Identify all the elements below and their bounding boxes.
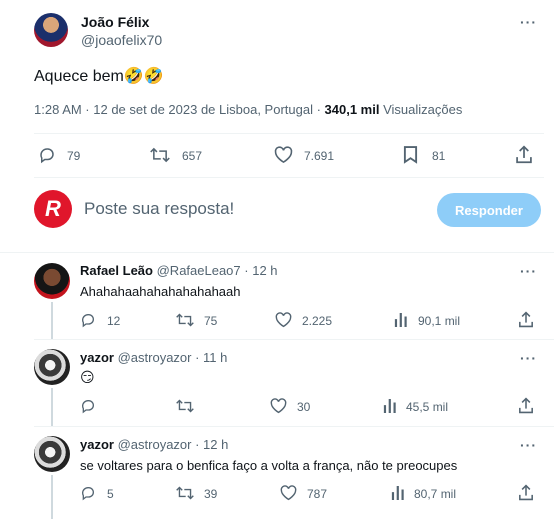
views-label: Visualizações (379, 102, 463, 117)
retweet-icon[interactable] (150, 146, 170, 164)
reply-icon[interactable] (80, 398, 96, 414)
bookmark-icon[interactable] (403, 145, 418, 164)
tweet-text-body: Aquece bem (34, 68, 124, 85)
thread-line (51, 302, 53, 339)
tweet-meta: 1:28 AM · 12 de set de 2023 de Lisboa, P… (34, 102, 462, 117)
reply-text: 😏 (80, 369, 95, 385)
retweet-count: 657 (182, 149, 203, 163)
reply-avatar[interactable] (34, 436, 70, 472)
share-icon[interactable] (518, 484, 534, 501)
reply-text: se voltares para o benfica faço a volta … (80, 458, 458, 473)
views-count: 45,5 mil (406, 400, 449, 414)
like-icon[interactable] (270, 398, 287, 414)
views-count: 340,1 mil (324, 102, 380, 117)
like-icon[interactable] (275, 312, 292, 328)
retweet-count: 75 (204, 314, 218, 328)
reply-icon[interactable] (38, 146, 56, 164)
reply-author-name[interactable]: yazor (80, 437, 114, 452)
thread-line (51, 475, 53, 519)
reply-input[interactable]: Poste sua resposta! (84, 199, 234, 219)
tweet-text: Aquece bem🤣🤣 (34, 66, 164, 86)
reply-author-name[interactable]: Rafael Leão (80, 263, 153, 278)
reply-count: 5 (107, 487, 114, 501)
reply-count: 12 (107, 314, 121, 328)
like-count: 2.225 (302, 314, 333, 328)
reply-author-name[interactable]: yazor (80, 350, 114, 365)
divider (34, 133, 544, 134)
author-avatar[interactable] (34, 13, 68, 47)
like-icon[interactable] (274, 146, 293, 164)
retweet-icon[interactable] (176, 398, 194, 414)
reply-time[interactable]: · 11 h (191, 350, 227, 365)
views-count: 90,1 mil (418, 314, 461, 328)
reply-author-handle[interactable]: @astroyazor (118, 437, 192, 452)
more-options-icon[interactable]: ··· (520, 350, 537, 366)
reply-count: 79 (67, 149, 81, 163)
tweet-timestamp[interactable]: 1:28 AM · 12 de set de 2023 de Lisboa, P… (34, 102, 325, 117)
divider (0, 252, 554, 253)
author-handle[interactable]: @joaofelix70 (81, 32, 162, 48)
reply-header: Rafael Leão @RafaeLeao7 · 12 h (80, 263, 278, 278)
retweet-icon[interactable] (176, 312, 194, 328)
divider (34, 177, 544, 178)
laughing-emoji: 🤣🤣 (123, 68, 164, 85)
like-count: 7.691 (304, 149, 335, 163)
retweet-count: 39 (204, 487, 218, 501)
reply-text: Ahahahaahahahahahahaah (80, 284, 241, 299)
reply-time[interactable]: · 12 h (241, 263, 277, 278)
like-icon[interactable] (280, 485, 297, 501)
reply-header: yazor @astroyazor · 12 h (80, 437, 228, 452)
reply-author-handle[interactable]: @RafaeLeao7 (157, 263, 241, 278)
author-name[interactable]: João Félix (81, 14, 149, 30)
reply-author-handle[interactable]: @astroyazor (118, 350, 192, 365)
retweet-icon[interactable] (176, 485, 194, 501)
like-count: 30 (297, 400, 311, 414)
more-options-icon[interactable]: ··· (520, 14, 537, 30)
compose-avatar-letter: R (45, 196, 61, 221)
divider (34, 339, 554, 340)
more-options-icon[interactable]: ··· (520, 263, 537, 279)
views-icon[interactable] (394, 312, 408, 328)
reply-header: yazor @astroyazor · 11 h (80, 350, 227, 365)
more-options-icon[interactable]: ··· (520, 437, 537, 453)
views-icon[interactable] (383, 398, 397, 414)
reply-icon[interactable] (80, 485, 96, 501)
share-icon[interactable] (518, 311, 534, 328)
reply-button[interactable]: Responder (437, 193, 541, 227)
reply-avatar[interactable] (34, 349, 70, 385)
reply-time[interactable]: · 12 h (191, 437, 228, 452)
reply-avatar[interactable] (34, 263, 70, 299)
reply-icon[interactable] (80, 312, 96, 328)
views-count: 80,7 mil (414, 487, 457, 501)
like-count: 787 (307, 487, 328, 501)
thread-line (51, 388, 53, 426)
compose-avatar[interactable]: R (34, 190, 72, 228)
views-icon[interactable] (391, 485, 405, 501)
share-icon[interactable] (515, 145, 533, 164)
share-icon[interactable] (518, 397, 534, 414)
bookmark-count: 81 (432, 149, 446, 163)
divider (34, 426, 554, 427)
